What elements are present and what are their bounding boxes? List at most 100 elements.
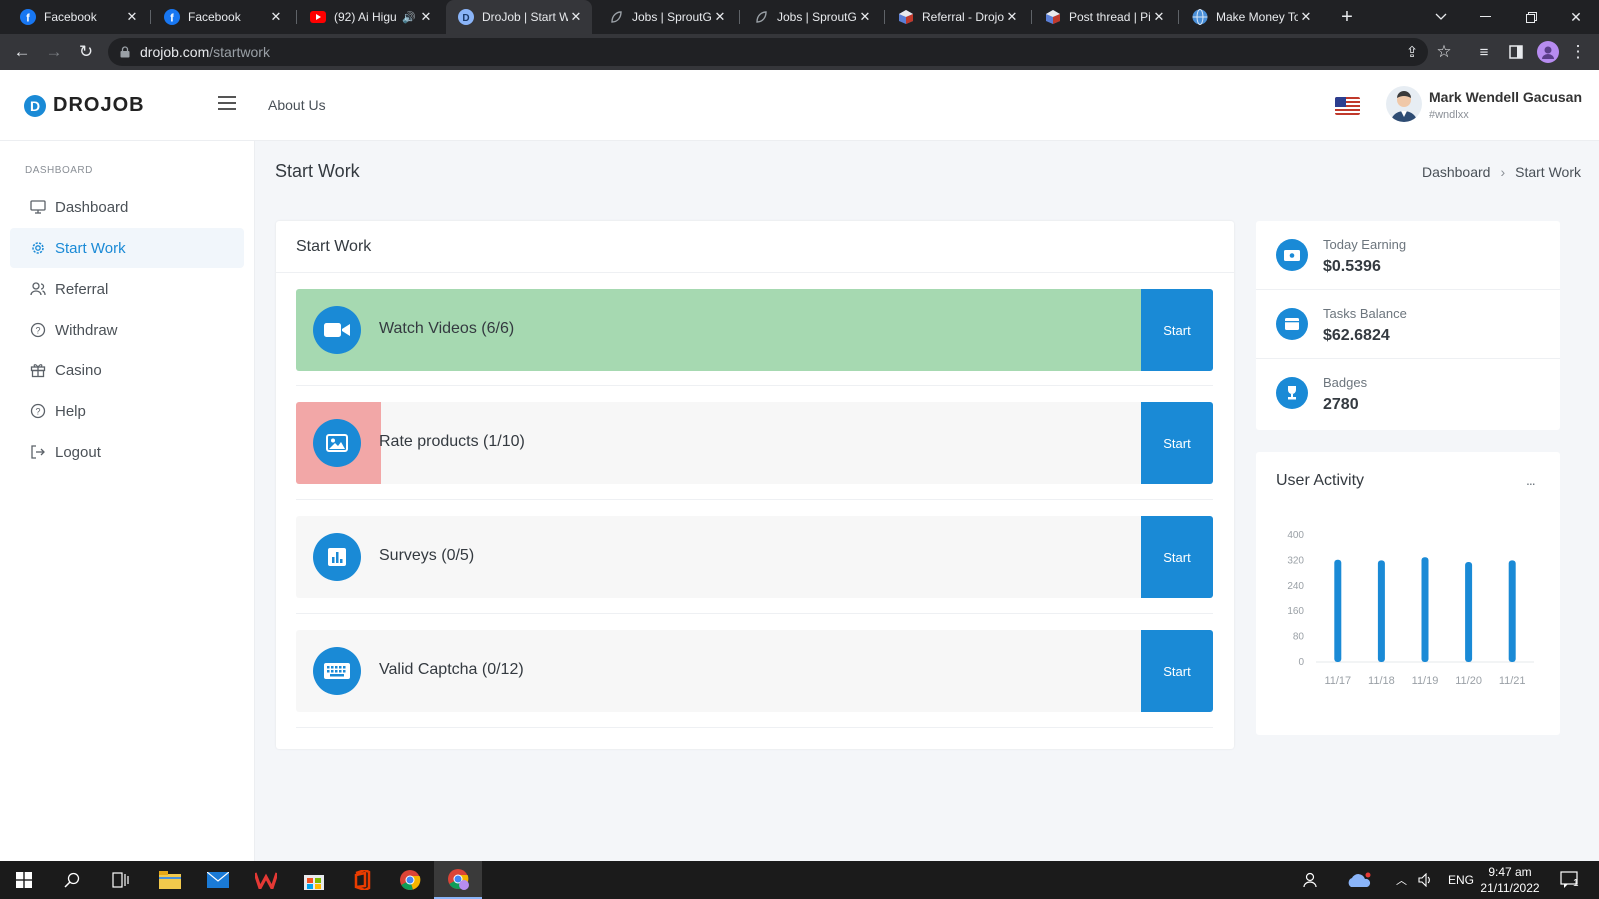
more-options-icon[interactable]: ...: [1526, 472, 1536, 488]
help-circle-icon: ?: [30, 322, 46, 338]
stat-title: Today Earning: [1323, 237, 1407, 252]
y-tick-label: 240: [1287, 581, 1304, 592]
tab-close-icon[interactable]: ✕: [1151, 9, 1167, 25]
speaker-icon[interactable]: 🔊: [400, 11, 418, 24]
start-button[interactable]: Start: [1141, 630, 1213, 712]
reading-list-icon[interactable]: ≡: [1472, 40, 1496, 64]
notification-icon[interactable]: 1: [1560, 861, 1579, 899]
sidebar-item-help[interactable]: ? Help: [10, 391, 244, 431]
tab-close-icon[interactable]: ✕: [1004, 9, 1020, 25]
sidebar-item-dashboard[interactable]: Dashboard: [10, 187, 244, 227]
activity-bar-chart: 400 320 240 160 80 0 11/17 11/18 11/19 11/20 11/21: [1287, 530, 1534, 687]
stat-title: Badges: [1323, 375, 1368, 390]
sidebar-item-label: Help: [55, 402, 86, 420]
new-tab-icon[interactable]: +: [1330, 0, 1364, 34]
start-button[interactable]: Start: [1141, 402, 1213, 484]
tab-close-icon[interactable]: ✕: [857, 9, 873, 25]
task-view-icon[interactable]: [96, 861, 144, 899]
share-icon[interactable]: ⇪: [1400, 40, 1424, 64]
windows-start-icon[interactable]: [0, 861, 48, 899]
wps-office-icon[interactable]: [242, 861, 290, 899]
store-icon[interactable]: [290, 861, 338, 899]
sidebar-item-withdraw[interactable]: ? Withdraw: [10, 310, 244, 350]
profile-icon[interactable]: [1536, 40, 1560, 64]
task-divider: [296, 613, 1213, 614]
speaker-icon[interactable]: [1418, 861, 1434, 899]
chart-title: User Activity: [1276, 472, 1365, 489]
menu-kebab-icon[interactable]: ⋮: [1566, 40, 1590, 64]
svg-text:D: D: [462, 13, 469, 24]
hamburger-menu-icon[interactable]: [218, 96, 236, 112]
back-icon[interactable]: ←: [10, 40, 34, 64]
browser-tab[interactable]: f Facebook ✕: [152, 0, 292, 34]
sproutgigs-icon: [608, 9, 624, 25]
forward-icon[interactable]: →: [42, 40, 66, 64]
mail-icon[interactable]: [194, 861, 242, 899]
browser-tab[interactable]: Jobs | SproutGi ✕: [741, 0, 881, 34]
breadcrumb-separator-icon: ›: [1500, 164, 1506, 180]
trophy-icon: [1276, 377, 1308, 409]
chart-bar[interactable]: [1334, 559, 1342, 662]
search-icon[interactable]: [48, 861, 96, 899]
tab-close-icon[interactable]: ✕: [712, 9, 728, 25]
office-icon[interactable]: [338, 861, 386, 899]
logout-icon: [30, 444, 46, 460]
sidebar-item-label: Referral: [55, 280, 109, 298]
breadcrumb-current: Start Work: [1515, 164, 1581, 180]
start-button[interactable]: Start: [1141, 516, 1213, 598]
task-divider: [296, 727, 1213, 728]
file-explorer-icon[interactable]: [146, 861, 194, 899]
browser-tab[interactable]: Make Money To ✕: [1180, 0, 1322, 34]
browser-tab[interactable]: Post thread | Pi ✕: [1033, 0, 1175, 34]
reload-icon[interactable]: ↻: [74, 40, 98, 64]
browser-tab[interactable]: f Facebook ✕: [8, 0, 148, 34]
avatar[interactable]: [1386, 86, 1422, 122]
chevron-up-icon[interactable]: ︿: [1396, 861, 1407, 899]
tab-close-icon[interactable]: ✕: [418, 9, 434, 25]
tab-close-icon[interactable]: ✕: [124, 9, 140, 25]
task-label: Surveys (0/5): [379, 547, 475, 564]
tab-close-icon[interactable]: ✕: [268, 9, 284, 25]
minimize-icon[interactable]: [1462, 0, 1508, 34]
chart-bar[interactable]: [1508, 560, 1516, 662]
sidebar-item-label: Dashboard: [55, 198, 129, 216]
breadcrumb-dashboard[interactable]: Dashboard: [1422, 164, 1491, 180]
language-indicator[interactable]: ENG: [1448, 861, 1474, 899]
chart-bar[interactable]: [1421, 557, 1429, 662]
bookmark-star-icon[interactable]: ☆: [1432, 40, 1456, 64]
clock-time: 9:47 am: [1488, 865, 1532, 879]
sidebar-item-label: Casino: [55, 361, 102, 379]
chrome-icon[interactable]: [386, 861, 434, 899]
logo[interactable]: D DROJOB: [24, 94, 145, 117]
tab-title: Post thread | Pi: [1069, 10, 1151, 24]
restore-icon[interactable]: [1508, 0, 1554, 34]
sidebar-item-start-work[interactable]: Start Work: [10, 228, 244, 268]
chrome-profile-icon[interactable]: [434, 861, 482, 899]
browser-tab[interactable]: Referral - Drojo ✕: [886, 0, 1028, 34]
people-icon[interactable]: [1302, 861, 1318, 899]
tab-close-icon[interactable]: ✕: [1298, 9, 1314, 25]
sidebar-heading: DASHBOARD: [25, 165, 93, 176]
browser-tab[interactable]: Jobs | SproutGi ✕: [596, 0, 736, 34]
sidebar-item-casino[interactable]: Casino: [10, 350, 244, 390]
start-button[interactable]: Start: [1141, 289, 1213, 371]
close-window-icon[interactable]: ✕: [1553, 0, 1599, 34]
tab-close-icon[interactable]: ✕: [568, 9, 584, 25]
side-panel-icon[interactable]: [1504, 40, 1528, 64]
clock[interactable]: 9:47 am 21/11/2022: [1476, 864, 1544, 896]
keyboard-icon: [313, 647, 361, 695]
sidebar-item-referral[interactable]: Referral: [10, 269, 244, 309]
browser-tab[interactable]: (92) Ai Higu 🔊 ✕: [298, 0, 442, 34]
browser-tab-active[interactable]: D DroJob | Start W ✕: [446, 0, 592, 34]
stat-value: $0.5396: [1323, 258, 1381, 275]
tab-search-icon[interactable]: [1418, 0, 1464, 34]
user-handle: #wndlxx: [1429, 109, 1469, 121]
task-valid-captcha: Valid Captcha (0/12) Start: [296, 630, 1213, 712]
onedrive-cloud-icon[interactable]: [1346, 861, 1372, 899]
about-us-link[interactable]: About Us: [268, 97, 326, 113]
us-flag-icon[interactable]: [1335, 97, 1360, 115]
sidebar-item-logout[interactable]: Logout: [10, 432, 244, 472]
address-bar[interactable]: drojob.com/startwork: [108, 38, 1428, 66]
chart-bar[interactable]: [1465, 561, 1473, 662]
chart-bar[interactable]: [1377, 560, 1385, 662]
